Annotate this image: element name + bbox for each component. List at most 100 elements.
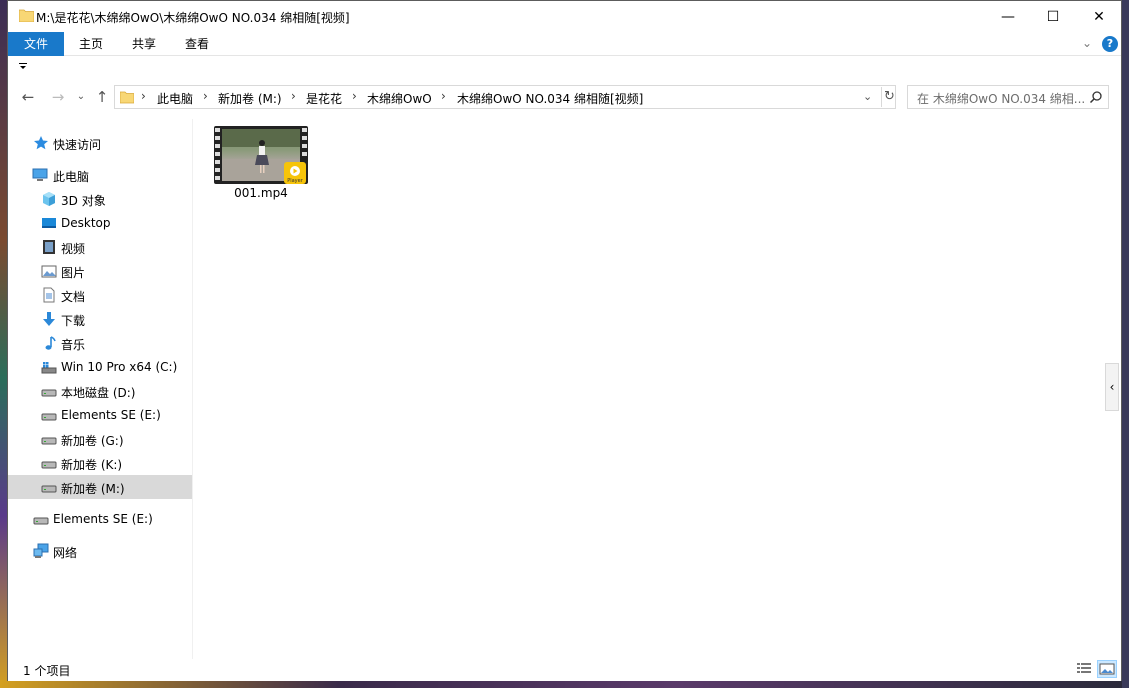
collapse-preview-pane-button[interactable]: ‹ <box>1105 363 1119 411</box>
tab-file[interactable]: 文件 <box>8 32 64 56</box>
sidebar-item-desktop[interactable]: Desktop <box>8 211 192 235</box>
customize-toolbar-icon[interactable] <box>18 61 28 71</box>
file-name[interactable]: 001.mp4 <box>211 186 311 200</box>
sidebar-item-label: 下载 <box>61 314 86 328</box>
item-count: 1 个项目 <box>23 664 71 678</box>
sidebar-item-label: 新加卷 (K:) <box>61 458 123 472</box>
status-bar: 1 个项目 <box>8 659 1121 681</box>
sidebar-item-label: 新加卷 (M:) <box>61 482 125 496</box>
back-button[interactable]: ← <box>18 87 38 107</box>
tab-home[interactable]: 主页 <box>72 32 110 56</box>
address-bar[interactable]: › 此电脑 › 新加卷 (M:) › 是花花 › 木绵绵OwO › 木绵绵OwO… <box>114 85 896 109</box>
sidebar-item-videos[interactable]: 视频 <box>8 235 192 259</box>
sidebar-item-drive-d[interactable]: 本地磁盘 (D:) <box>8 379 192 403</box>
explorer-window: M:\是花花\木绵绵OwO\木绵绵OwO NO.034 绵相随[视频] — ☐ … <box>7 0 1122 681</box>
sidebar-item-label: 此电脑 <box>53 170 90 184</box>
chevron-left-icon: ‹ <box>1109 380 1115 394</box>
breadcrumb-folder-1[interactable]: 是花花 <box>306 90 342 107</box>
sidebar-item-label: 新加卷 (G:) <box>61 434 124 448</box>
download-icon <box>43 312 55 326</box>
breadcrumb-separator[interactable]: › <box>141 89 146 103</box>
details-view-icon[interactable] <box>1076 662 1092 676</box>
sidebar-item-quick-access[interactable]: 快速访问 <box>8 131 192 155</box>
player-badge-label: Player <box>287 178 304 184</box>
sidebar-item-music[interactable]: 音乐 <box>8 331 192 355</box>
search-box[interactable]: 在 木绵绵OwO NO.034 绵相... <box>907 85 1109 109</box>
sidebar-item-3d-objects[interactable]: 3D 对象 <box>8 187 192 211</box>
quick-access-toolbar <box>8 57 1121 81</box>
drive-icon <box>41 437 57 445</box>
search-icon[interactable] <box>1089 90 1103 104</box>
large-icons-view-icon[interactable] <box>1097 660 1117 678</box>
sidebar-item-label: 文档 <box>61 290 86 304</box>
breadcrumb-drive-m[interactable]: 新加卷 (M:) <box>218 90 282 107</box>
sidebar-item-network[interactable]: 网络 <box>8 539 192 563</box>
sidebar-item-drive-k[interactable]: 新加卷 (K:) <box>8 451 192 475</box>
3d-objects-icon <box>43 192 55 206</box>
navigation-pane: 快速访问 此电脑 3D 对象 Desktop 视频 图片 文档 下载 音乐 Wi… <box>8 119 192 659</box>
file-item[interactable]: Player 001.mp4 <box>211 124 311 204</box>
sidebar-item-label: Elements SE (E:) <box>61 408 161 422</box>
recent-locations-button[interactable]: ⌄ <box>71 87 91 107</box>
sidebar-item-this-pc[interactable]: 此电脑 <box>8 163 192 187</box>
file-list-area: Player 001.mp4 <box>193 119 1105 659</box>
help-icon[interactable]: ? <box>1102 36 1118 52</box>
window-title: M:\是花花\木绵绵OwO\木绵绵OwO NO.034 绵相随[视频] <box>36 11 350 25</box>
desktop-wallpaper-right <box>1122 0 1129 688</box>
up-button[interactable]: ↑ <box>92 87 112 107</box>
sidebar-item-external-drive-e[interactable]: Elements SE (E:) <box>8 507 192 531</box>
sidebar-item-label: 网络 <box>53 546 78 560</box>
sidebar-item-documents[interactable]: 文档 <box>8 283 192 307</box>
breadcrumb-separator[interactable]: › <box>291 89 296 103</box>
sidebar-item-label: 视频 <box>61 242 86 256</box>
sidebar-item-drive-c[interactable]: Win 10 Pro x64 (C:) <box>8 355 192 379</box>
sidebar-item-label: 图片 <box>61 266 86 280</box>
folder-icon <box>120 91 134 104</box>
maximize-button[interactable]: ☐ <box>1030 1 1076 32</box>
drive-icon <box>33 517 49 525</box>
sidebar-item-label: 快速访问 <box>53 138 102 152</box>
drive-icon <box>41 485 57 493</box>
ribbon-tabs: 文件 主页 共享 查看 ⌄ ? <box>8 32 1121 56</box>
desktop-wallpaper-bottom <box>0 680 1129 688</box>
drive-icon <box>41 413 57 421</box>
address-row: ← → ⌄ ↑ › 此电脑 › 新加卷 (M:) › 是花花 › 木绵绵OwO … <box>8 81 1121 113</box>
expand-ribbon-chevron-icon[interactable]: ⌄ <box>1082 36 1092 50</box>
sidebar-item-label: 本地磁盘 (D:) <box>61 386 136 400</box>
sidebar-item-label: 3D 对象 <box>61 194 106 208</box>
sidebar-item-label: 音乐 <box>61 338 86 352</box>
tab-share[interactable]: 共享 <box>125 32 163 56</box>
breadcrumb-this-pc[interactable]: 此电脑 <box>157 90 193 107</box>
minimize-button[interactable]: — <box>985 1 1031 32</box>
player-badge-icon: Player <box>284 162 306 184</box>
system-drive-icon <box>41 362 57 374</box>
sidebar-item-drive-m[interactable]: 新加卷 (M:) <box>8 475 192 499</box>
star-icon <box>34 136 48 150</box>
documents-icon <box>43 287 55 303</box>
refresh-button[interactable]: ↻ <box>881 87 897 107</box>
title-bar: M:\是花花\木绵绵OwO\木绵绵OwO NO.034 绵相随[视频] — ☐ … <box>8 1 1121 32</box>
search-input[interactable]: 在 木绵绵OwO NO.034 绵相... <box>917 90 1087 107</box>
address-dropdown-icon[interactable]: ⌄ <box>863 90 872 103</box>
music-icon <box>45 336 56 350</box>
video-icon <box>43 240 55 254</box>
drive-icon <box>41 461 57 469</box>
tab-view[interactable]: 查看 <box>178 32 216 56</box>
breadcrumb-current-folder[interactable]: 木绵绵OwO NO.034 绵相随[视频] <box>457 90 643 107</box>
sidebar-item-label: Win 10 Pro x64 (C:) <box>61 360 178 374</box>
close-button[interactable]: ✕ <box>1076 1 1122 32</box>
desktop-icon <box>42 218 56 228</box>
sidebar-item-drive-e[interactable]: Elements SE (E:) <box>8 403 192 427</box>
folder-icon <box>19 9 34 22</box>
sidebar-item-pictures[interactable]: 图片 <box>8 259 192 283</box>
sidebar-item-drive-g[interactable]: 新加卷 (G:) <box>8 427 192 451</box>
breadcrumb-folder-2[interactable]: 木绵绵OwO <box>367 90 432 107</box>
breadcrumb-separator[interactable]: › <box>441 89 446 103</box>
sidebar-item-downloads[interactable]: 下载 <box>8 307 192 331</box>
breadcrumb-separator[interactable]: › <box>203 89 208 103</box>
forward-button[interactable]: → <box>48 87 68 107</box>
sidebar-item-label: Desktop <box>61 216 111 230</box>
drive-icon <box>41 389 57 397</box>
breadcrumb-separator[interactable]: › <box>352 89 357 103</box>
pictures-icon <box>41 265 57 278</box>
